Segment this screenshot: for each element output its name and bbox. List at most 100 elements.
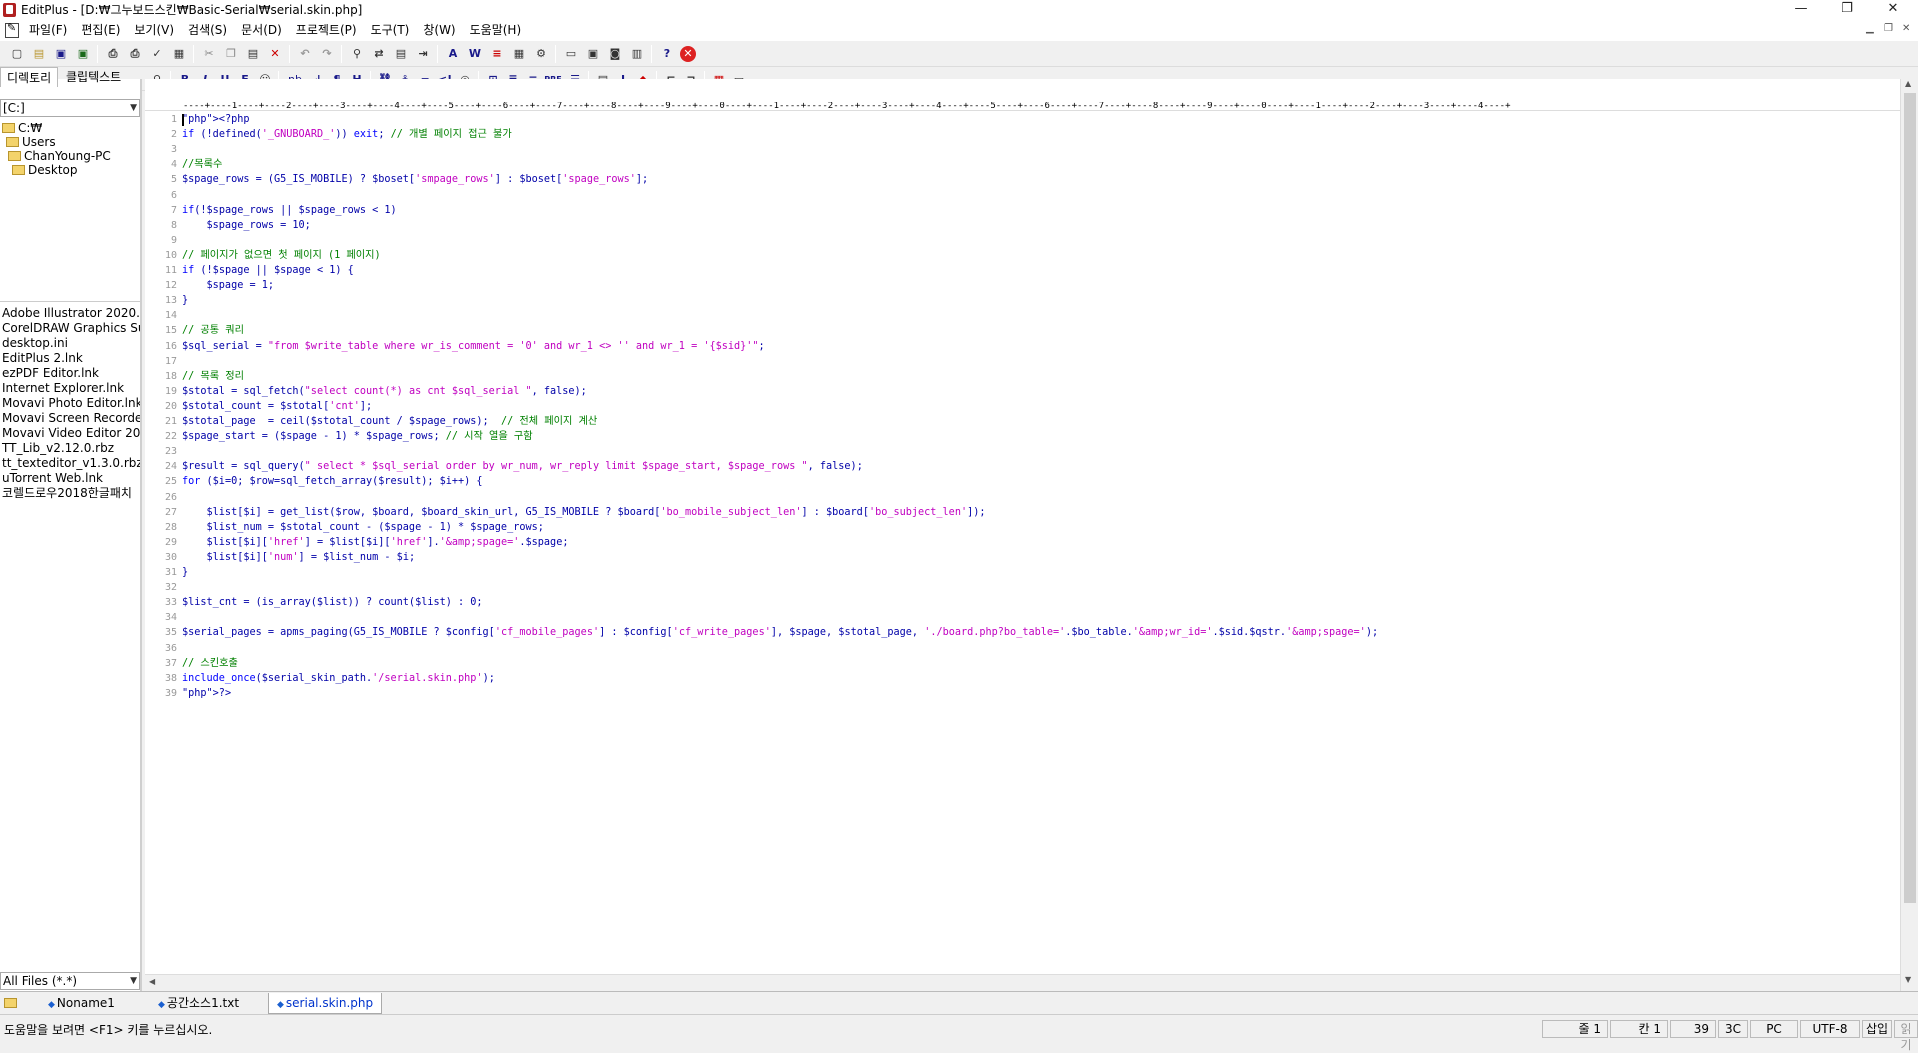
redo-icon[interactable]: ↷: [318, 45, 336, 63]
code-editor[interactable]: ----+----1----+----2----+----3----+----4…: [145, 79, 1918, 991]
goto-line-icon[interactable]: ⇥: [414, 45, 432, 63]
mdi-close-icon[interactable]: ✕: [1902, 23, 1910, 34]
status-readonly[interactable]: 읽기: [1894, 1020, 1918, 1052]
mdi-minimize-icon[interactable]: ▁: [1866, 23, 1874, 34]
code-line[interactable]: }: [182, 565, 188, 580]
scroll-down-icon[interactable]: ▼: [1905, 975, 1911, 984]
ruler-icon[interactable]: ▦: [510, 45, 528, 63]
tree-node[interactable]: Users: [6, 135, 56, 149]
mdi-restore-icon[interactable]: ❐: [1884, 23, 1893, 34]
page-setup-icon[interactable]: ▦: [170, 45, 188, 63]
tab-cliptext[interactable]: 클립텍스트: [60, 67, 127, 87]
code-line[interactable]: if (!$spage || $spage < 1) {: [182, 263, 354, 278]
code-line[interactable]: $spage_rows = (G5_IS_MOBILE) ? $boset['s…: [182, 172, 648, 187]
menu-document[interactable]: 문서(D): [234, 19, 289, 41]
folder-icon[interactable]: [0, 993, 24, 1014]
save-icon[interactable]: ▣: [52, 45, 70, 63]
code-line[interactable]: $stotal = sql_fetch("select count(*) as …: [182, 384, 587, 399]
vertical-scrollbar[interactable]: ▲ ▼: [1900, 79, 1918, 991]
list-item[interactable]: Adobe Illustrator 2020.lnk: [0, 306, 140, 321]
document-icon[interactable]: [5, 21, 19, 38]
code-line[interactable]: $stotal_page = ceil($stotal_count / $spa…: [182, 414, 597, 429]
list-item[interactable]: CorelDRAW Graphics Suit: [0, 321, 140, 336]
status-insert-mode[interactable]: 삽입: [1862, 1020, 1892, 1038]
file-filter-select[interactable]: All Files (*.*) ▼: [0, 972, 140, 990]
code-line[interactable]: $spage_start = ($spage - 1) * $spage_row…: [182, 429, 533, 444]
restore-button[interactable]: ❐: [1824, 0, 1870, 19]
code-line[interactable]: // 목록 정리: [182, 369, 244, 384]
list-item[interactable]: desktop.ini: [0, 336, 140, 351]
list-item[interactable]: Internet Explorer.lnk: [0, 381, 140, 396]
list-item[interactable]: Movavi Video Editor 20 F: [0, 426, 140, 441]
tab-directory[interactable]: 디렉토리: [0, 67, 59, 87]
code-line[interactable]: if (!defined('_GNUBOARD_')) exit; // 개별 …: [182, 127, 512, 142]
code-line[interactable]: // 스킨호출: [182, 656, 238, 671]
list-item[interactable]: uTorrent Web.lnk: [0, 471, 140, 486]
undo-icon[interactable]: ↶: [296, 45, 314, 63]
find-icon[interactable]: ⚲: [348, 45, 366, 63]
code-line[interactable]: // 페이지가 없으면 첫 페이지 (1 페이지): [182, 248, 381, 263]
scroll-up-icon[interactable]: ▲: [1905, 79, 1911, 88]
tree-node[interactable]: ChanYoung-PC: [8, 149, 111, 163]
open-folder-icon[interactable]: ▤: [30, 45, 48, 63]
list-item[interactable]: tt_texteditor_v1.3.0.rbz: [0, 456, 140, 471]
menu-help[interactable]: 도움말(H): [463, 19, 529, 41]
tab-source-txt[interactable]: ◆ 공간소스1.txt: [150, 993, 247, 1014]
code-line[interactable]: }: [182, 293, 188, 308]
list-item[interactable]: Movavi Photo Editor.lnk: [0, 396, 140, 411]
menu-edit[interactable]: 편집(E): [74, 19, 127, 41]
code-line[interactable]: $result = sql_query(" select * $sql_seri…: [182, 459, 863, 474]
code-line[interactable]: $list_cnt = (is_array($list)) ? count($l…: [182, 595, 483, 610]
help-icon[interactable]: ?: [658, 45, 676, 63]
list-item[interactable]: EditPlus 2.lnk: [0, 351, 140, 366]
code-line[interactable]: $list[$i]['href'] = $list[$i]['href'].'&…: [182, 535, 569, 550]
menu-project[interactable]: 프로젝트(P): [289, 19, 364, 41]
code-line[interactable]: if(!$spage_rows || $spage_rows < 1): [182, 203, 397, 218]
code-line[interactable]: $stotal_count = $stotal['cnt'];: [182, 399, 372, 414]
code-line[interactable]: $serial_pages = apms_paging(G5_IS_MOBILE…: [182, 625, 1378, 640]
stop-icon[interactable]: ✕: [680, 46, 696, 62]
browser-icon[interactable]: ◙: [606, 45, 624, 63]
scrollbar-thumb[interactable]: [1904, 93, 1916, 903]
copy-icon[interactable]: ❐: [222, 45, 240, 63]
cut-icon[interactable]: ✂: [200, 45, 218, 63]
find-in-files-icon[interactable]: ▤: [392, 45, 410, 63]
tab-serial-skin-php[interactable]: ◆ serial.skin.php: [268, 993, 383, 1014]
replace-icon[interactable]: ⇄: [370, 45, 388, 63]
menu-search[interactable]: 검색(S): [181, 19, 234, 41]
window-cascade-icon[interactable]: ▣: [584, 45, 602, 63]
scroll-left-icon[interactable]: ◀: [149, 977, 155, 986]
code-area[interactable]: "php"><?php if (!defined('_GNUBOARD_')) e…: [182, 112, 1892, 972]
code-line[interactable]: $spage = 1;: [182, 278, 274, 293]
menu-file[interactable]: 파일(F): [22, 19, 74, 41]
delete-icon[interactable]: ✕: [266, 45, 284, 63]
menu-window[interactable]: 창(W): [416, 19, 462, 41]
minimize-button[interactable]: —: [1778, 0, 1824, 19]
code-line[interactable]: $list_num = $stotal_count - ($spage - 1)…: [182, 520, 544, 535]
code-line[interactable]: //목록수: [182, 157, 222, 172]
code-line[interactable]: $list[$i] = get_list($row, $board, $boar…: [182, 505, 986, 520]
code-line[interactable]: "php">?>: [182, 686, 231, 701]
print-preview-icon[interactable]: ⎙: [104, 45, 122, 63]
code-line[interactable]: $spage_rows = 10;: [182, 218, 311, 233]
tree-node[interactable]: Desktop: [12, 163, 78, 177]
close-button[interactable]: ✕: [1870, 0, 1916, 19]
word-wrap-icon[interactable]: W: [466, 45, 484, 63]
settings-icon[interactable]: ⚙: [532, 45, 550, 63]
tree-node[interactable]: C:₩: [2, 121, 42, 135]
menu-view[interactable]: 보기(V): [127, 19, 181, 41]
line-numbers-icon[interactable]: ≡: [488, 45, 506, 63]
code-line[interactable]: // 공통 쿼리: [182, 323, 244, 338]
sidebar-icon[interactable]: ▥: [628, 45, 646, 63]
horizontal-scrollbar[interactable]: ◀: [145, 974, 1900, 991]
drive-select[interactable]: [C:] ▼: [0, 99, 140, 117]
status-line-ending[interactable]: PC: [1750, 1020, 1798, 1038]
code-line[interactable]: "php"><?php: [182, 112, 249, 127]
print-icon[interactable]: ⎙: [126, 45, 144, 63]
save-all-icon[interactable]: ▣: [74, 45, 92, 63]
code-line[interactable]: $sql_serial = "from $write_table where w…: [182, 339, 765, 354]
list-item[interactable]: TT_Lib_v2.12.0.rbz: [0, 441, 140, 456]
font-icon[interactable]: A: [444, 45, 462, 63]
menu-tools[interactable]: 도구(T): [364, 19, 417, 41]
list-item[interactable]: ezPDF Editor.lnk: [0, 366, 140, 381]
